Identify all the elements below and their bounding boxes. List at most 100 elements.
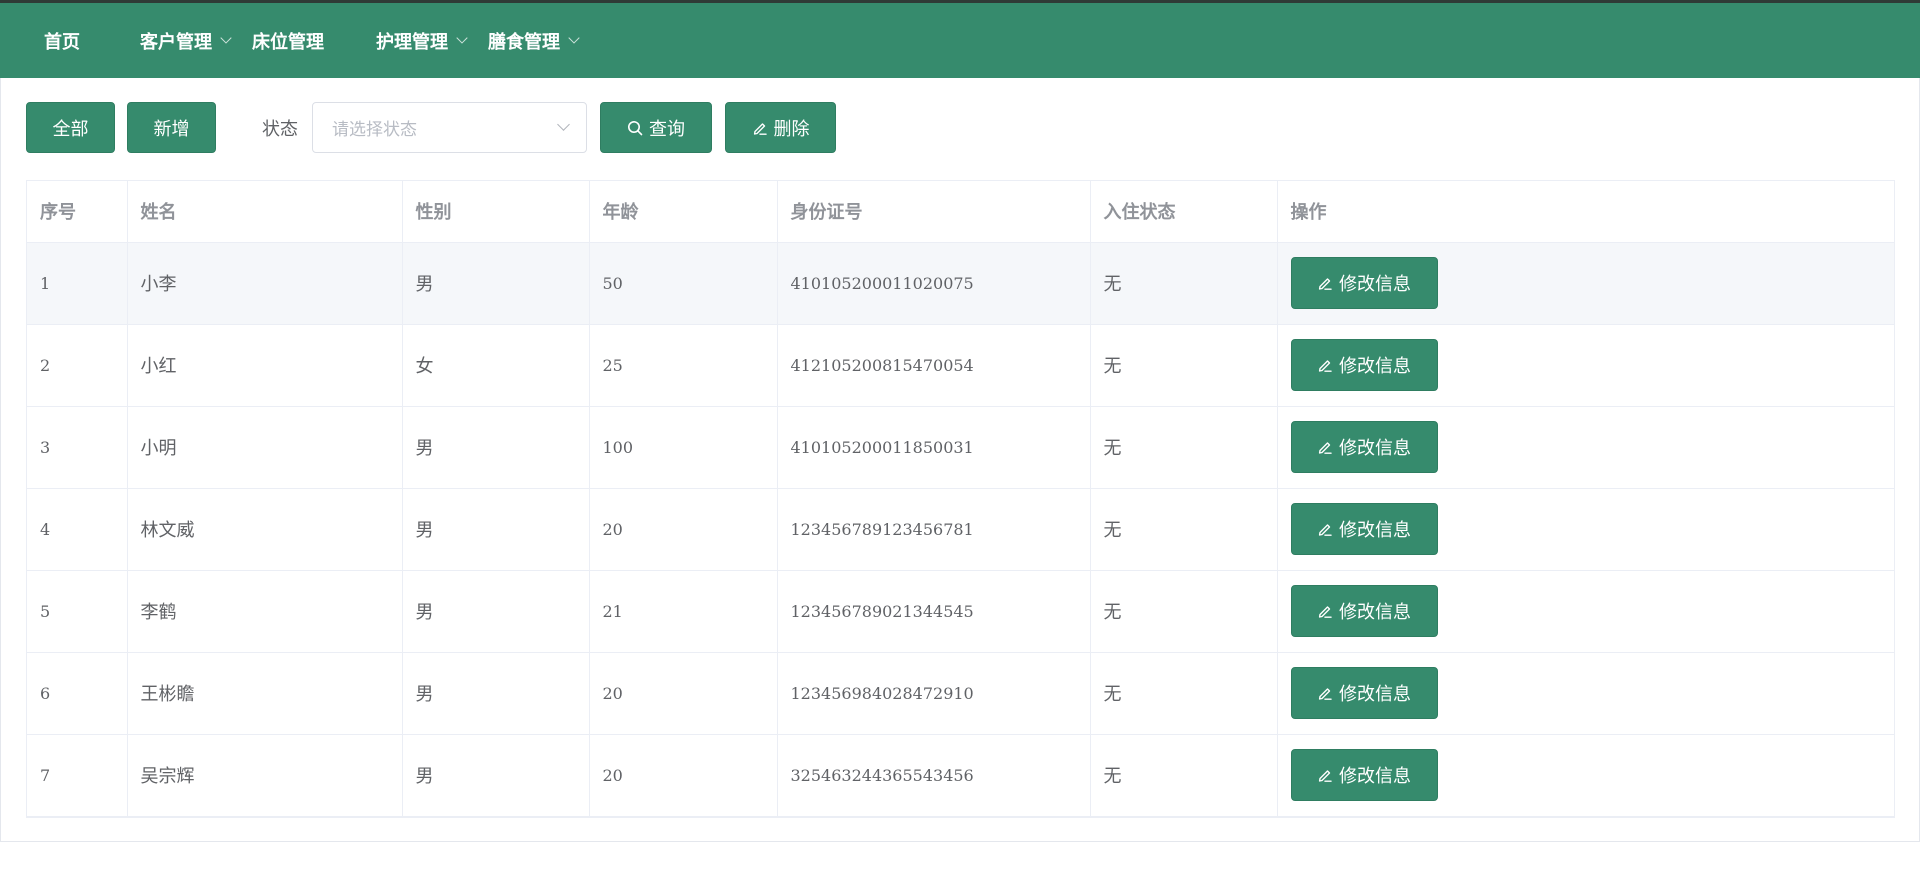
nav-item-bed-management[interactable]: 床位管理 — [252, 28, 324, 54]
cell-id-card: 123456984028472910 — [777, 652, 1091, 735]
search-icon — [627, 120, 643, 136]
cell-actions: 修改信息 — [1277, 488, 1894, 571]
cell-status: 无 — [1090, 242, 1278, 325]
toolbar: 全部 新增 状态 请选择状态 查询 删除 — [26, 102, 836, 153]
customer-table: 序号 姓名 性别 年龄 身份证号 入住状态 操作 1 小李 男 50 41010… — [26, 180, 1895, 818]
cell-status: 无 — [1090, 652, 1278, 735]
edit-info-label: 修改信息 — [1339, 766, 1411, 787]
chevron-down-icon — [456, 32, 468, 44]
cell-age: 50 — [589, 242, 778, 325]
cell-number: 6 — [27, 652, 128, 735]
nav-item-home[interactable]: 首页 — [44, 28, 80, 54]
cell-status: 无 — [1090, 734, 1278, 817]
cell-id-card: 123456789021344545 — [777, 570, 1091, 653]
table-row: 1 小李 男 50 410105200011020075 无 修改信息 — [27, 242, 1894, 325]
cell-gender: 男 — [402, 488, 590, 571]
column-header-checkin-status[interactable]: 入住状态 — [1090, 181, 1278, 243]
edit-info-button[interactable]: 修改信息 — [1290, 667, 1438, 719]
cell-actions: 修改信息 — [1277, 406, 1894, 489]
cell-age: 100 — [589, 406, 778, 489]
cell-age: 25 — [589, 324, 778, 407]
cell-actions: 修改信息 — [1277, 324, 1894, 407]
top-navbar: 首页 客户管理 床位管理 护理管理 膳食管理 — [0, 3, 1920, 78]
nav-label: 护理管理 — [376, 31, 448, 53]
column-header-age[interactable]: 年龄 — [589, 181, 778, 243]
pencil-icon — [1317, 521, 1333, 537]
pencil-icon — [1317, 685, 1333, 701]
cell-age: 21 — [589, 570, 778, 653]
edit-info-label: 修改信息 — [1339, 602, 1411, 623]
nav-label: 客户管理 — [140, 31, 212, 53]
nav-label: 床位管理 — [252, 31, 324, 53]
nav-label: 膳食管理 — [488, 31, 560, 53]
nav-item-nursing-management[interactable]: 护理管理 — [376, 28, 468, 54]
cell-status: 无 — [1090, 406, 1278, 489]
cell-age: 20 — [589, 652, 778, 735]
chevron-down-icon — [568, 32, 580, 44]
cell-gender: 男 — [402, 570, 590, 653]
cell-gender: 男 — [402, 406, 590, 489]
cell-number: 4 — [27, 488, 128, 571]
status-select[interactable]: 请选择状态 — [312, 102, 587, 153]
cell-actions: 修改信息 — [1277, 652, 1894, 735]
cell-number: 7 — [27, 734, 128, 817]
edit-info-button[interactable]: 修改信息 — [1290, 339, 1438, 391]
cell-name: 李鹤 — [127, 570, 403, 653]
cell-name: 吴宗辉 — [127, 734, 403, 817]
pencil-icon — [752, 120, 768, 136]
edit-info-button[interactable]: 修改信息 — [1290, 749, 1438, 801]
search-button[interactable]: 查询 — [600, 102, 712, 153]
status-select-placeholder: 请选择状态 — [332, 120, 417, 140]
pencil-icon — [1317, 275, 1333, 291]
cell-status: 无 — [1090, 570, 1278, 653]
cell-number: 3 — [27, 406, 128, 489]
table-row: 2 小红 女 25 412105200815470054 无 修改信息 — [27, 324, 1894, 407]
edit-info-button[interactable]: 修改信息 — [1290, 585, 1438, 637]
cell-gender: 男 — [402, 652, 590, 735]
cell-status: 无 — [1090, 324, 1278, 407]
cell-number: 2 — [27, 324, 128, 407]
pencil-icon — [1317, 603, 1333, 619]
column-header-id-card[interactable]: 身份证号 — [777, 181, 1091, 243]
cell-name: 王彬瞻 — [127, 652, 403, 735]
column-header-actions: 操作 — [1277, 181, 1894, 243]
edit-info-label: 修改信息 — [1339, 684, 1411, 705]
nav-label: 首页 — [44, 31, 80, 53]
table-row: 7 吴宗辉 男 20 325463244365543456 无 修改信息 — [27, 734, 1894, 817]
pencil-icon — [1317, 439, 1333, 455]
edit-info-label: 修改信息 — [1339, 356, 1411, 377]
edit-info-button[interactable]: 修改信息 — [1290, 421, 1438, 473]
nav-item-meal-management[interactable]: 膳食管理 — [488, 28, 580, 54]
table-row: 5 李鹤 男 21 123456789021344545 无 修改信息 — [27, 570, 1894, 653]
cell-actions: 修改信息 — [1277, 242, 1894, 325]
delete-button[interactable]: 删除 — [725, 102, 836, 153]
add-button[interactable]: 新增 — [127, 102, 216, 153]
table-row: 4 林文威 男 20 123456789123456781 无 修改信息 — [27, 488, 1894, 571]
cell-actions: 修改信息 — [1277, 570, 1894, 653]
cell-name: 小红 — [127, 324, 403, 407]
cell-age: 20 — [589, 734, 778, 817]
cell-id-card: 410105200011850031 — [777, 406, 1091, 489]
nav-item-customer-management[interactable]: 客户管理 — [140, 28, 232, 54]
cell-name: 小明 — [127, 406, 403, 489]
edit-info-label: 修改信息 — [1339, 520, 1411, 541]
edit-info-button[interactable]: 修改信息 — [1290, 503, 1438, 555]
cell-id-card: 123456789123456781 — [777, 488, 1091, 571]
cell-actions: 修改信息 — [1277, 734, 1894, 817]
cell-name: 小李 — [127, 242, 403, 325]
status-label: 状态 — [262, 118, 298, 140]
main-content: 全部 新增 状态 请选择状态 查询 删除 序号 姓名 性别 年龄 身份证号 入住… — [0, 78, 1920, 842]
edit-info-label: 修改信息 — [1339, 438, 1411, 459]
column-header-gender[interactable]: 性别 — [402, 181, 590, 243]
cell-id-card: 410105200011020075 — [777, 242, 1091, 325]
delete-button-label: 删除 — [773, 118, 810, 140]
column-header-number[interactable]: 序号 — [27, 181, 128, 243]
all-button[interactable]: 全部 — [26, 102, 115, 153]
cell-status: 无 — [1090, 488, 1278, 571]
cell-number: 5 — [27, 570, 128, 653]
cell-number: 1 — [27, 242, 128, 325]
cell-gender: 男 — [402, 242, 590, 325]
edit-info-button[interactable]: 修改信息 — [1290, 257, 1438, 309]
chevron-down-icon — [557, 118, 570, 131]
column-header-name[interactable]: 姓名 — [127, 181, 403, 243]
